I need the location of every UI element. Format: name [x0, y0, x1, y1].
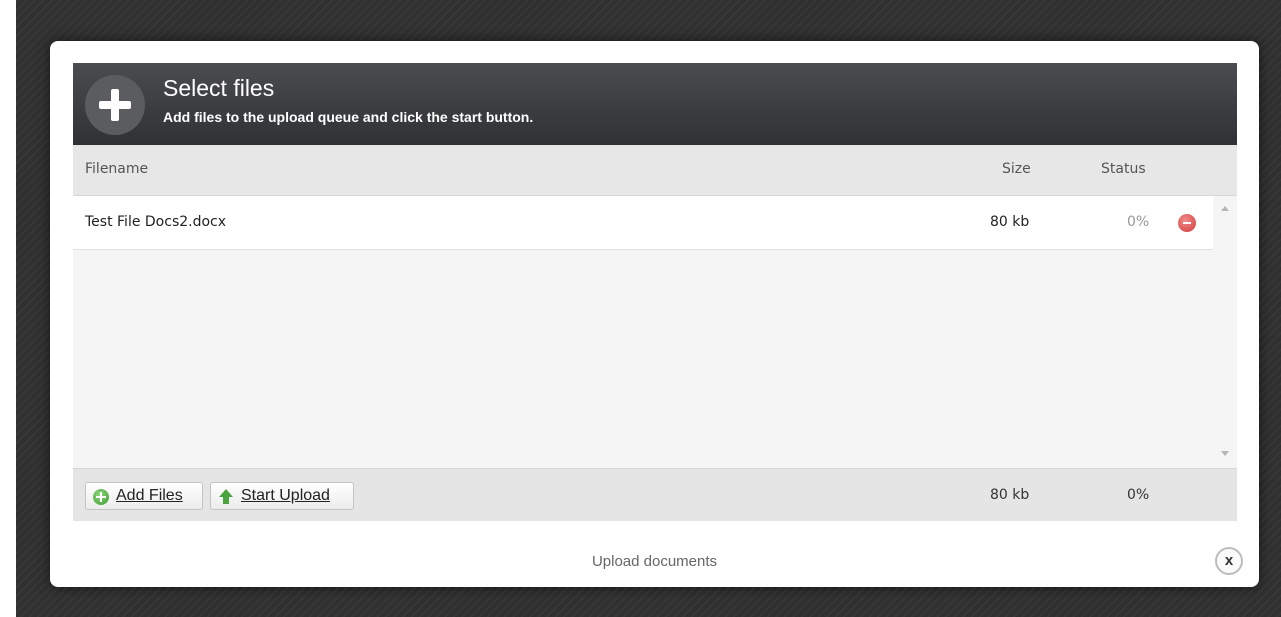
file-list-scrollbar[interactable] — [1213, 196, 1237, 468]
start-upload-label: Start Upload — [241, 487, 330, 504]
scroll-up-icon[interactable] — [1221, 206, 1229, 211]
uploader-footer: Add Files Start Upload 80 kb 0% — [73, 468, 1237, 521]
add-files-label: Add Files — [116, 487, 183, 504]
modal-caption: Upload documents — [591, 553, 718, 570]
uploader-subtitle: Add files to the upload queue and click … — [163, 109, 534, 125]
page-edge — [0, 0, 16, 617]
plus-icon[interactable] — [85, 75, 145, 135]
upload-arrow-icon — [219, 489, 233, 505]
column-header-filename: Filename — [85, 161, 149, 177]
file-uploader: Select files Add files to the upload que… — [73, 63, 1237, 521]
add-files-button[interactable]: Add Files — [85, 482, 203, 510]
column-header-status: Status — [1101, 161, 1146, 177]
column-header-size: Size — [1002, 161, 1031, 177]
file-size: 80 kb — [990, 214, 1030, 230]
file-status: 0% — [1127, 214, 1150, 230]
upload-modal: Select files Add files to the upload que… — [50, 41, 1259, 587]
file-list-header: Filename Size Status — [73, 145, 1237, 196]
start-upload-button[interactable]: Start Upload — [210, 482, 354, 510]
uploader-header: Select files Add files to the upload que… — [73, 63, 1237, 145]
total-status: 0% — [1127, 487, 1150, 503]
file-name: Test File Docs2.docx — [85, 214, 227, 230]
file-list: Test File Docs2.docx 80 kb 0% — [73, 196, 1213, 468]
scroll-down-icon[interactable] — [1221, 451, 1229, 456]
total-size: 80 kb — [990, 487, 1030, 503]
file-row: Test File Docs2.docx 80 kb 0% — [73, 196, 1213, 250]
add-files-icon — [93, 489, 109, 505]
uploader-title: Select files — [163, 75, 275, 101]
remove-file-icon[interactable] — [1178, 214, 1196, 232]
close-icon[interactable]: x — [1215, 547, 1243, 575]
